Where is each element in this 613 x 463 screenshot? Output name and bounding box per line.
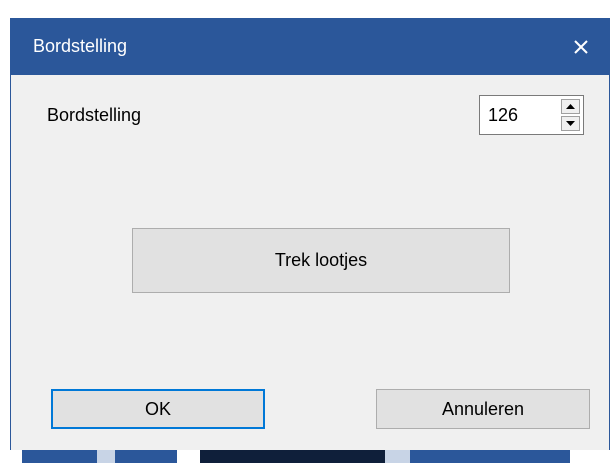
dialog-title: Bordstelling (33, 36, 128, 56)
background-strip (0, 450, 613, 463)
spin-down-button[interactable] (561, 116, 580, 131)
spin-up-button[interactable] (561, 99, 580, 114)
ok-button[interactable]: OK (51, 389, 265, 429)
strip-segment (22, 450, 97, 463)
close-button[interactable] (553, 18, 609, 75)
cancel-button[interactable]: Annuleren (376, 389, 590, 429)
bordstelling-value[interactable]: 126 (488, 104, 518, 126)
arrow-up-icon (566, 104, 575, 109)
bordstelling-spinner[interactable]: 126 (479, 95, 584, 135)
close-icon (574, 39, 588, 54)
trek-lootjes-button[interactable]: Trek lootjes (132, 228, 510, 293)
strip-segment (115, 450, 177, 463)
strip-segment (410, 450, 570, 463)
strip-segment (385, 450, 410, 463)
strip-segment (97, 450, 115, 463)
arrow-down-icon (566, 121, 575, 126)
title-bar: Bordstelling (11, 18, 609, 75)
bordstelling-label: Bordstelling (47, 105, 142, 125)
screen: Bordstelling Bordstelling 126 Trek lootj… (0, 0, 613, 463)
strip-segment (200, 450, 385, 463)
dialog-window: Bordstelling Bordstelling 126 Trek lootj… (10, 18, 610, 450)
